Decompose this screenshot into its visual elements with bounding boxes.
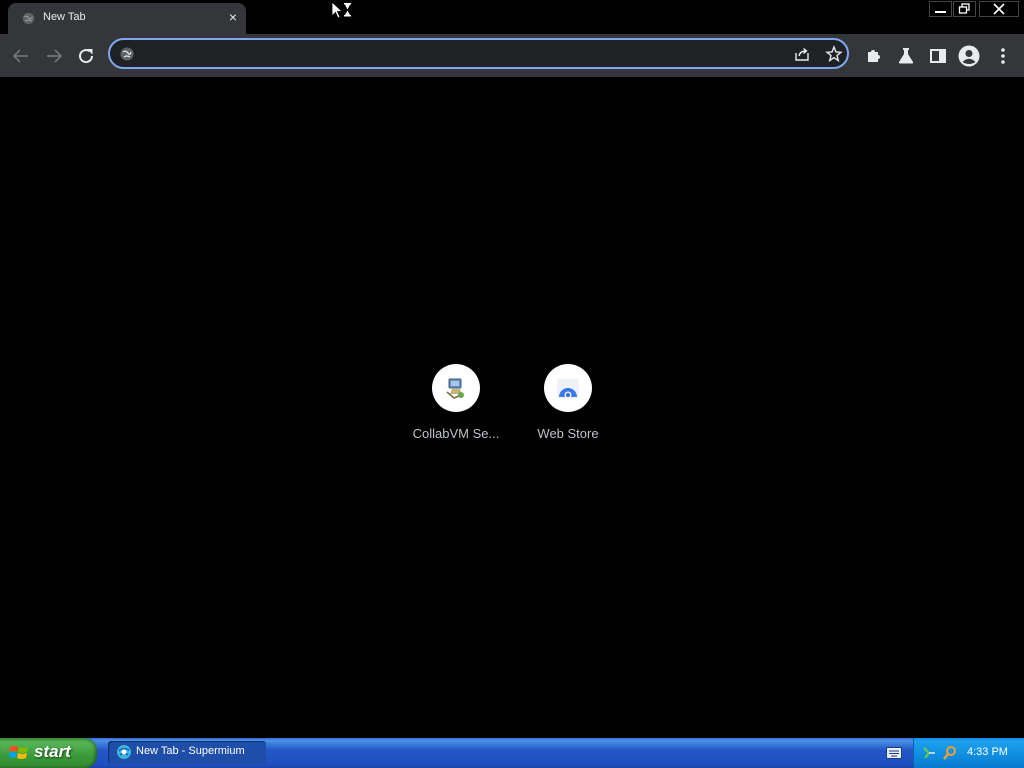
bookmark-star-icon[interactable] (825, 45, 843, 63)
new-tab-page: CollabVM Se... Web Store (0, 77, 1024, 738)
web-store-icon (544, 364, 592, 412)
shortcut-label: Web Store (537, 426, 599, 441)
tab-title: New Tab (43, 11, 86, 23)
page-info-icon[interactable] (119, 46, 135, 62)
taskbar: start New Tab - Supermium 4:33 PM (0, 738, 1024, 768)
forward-arrow-icon[interactable] (42, 44, 66, 68)
shortcut-tile[interactable]: Web Store (518, 364, 618, 441)
extensions-puzzle-icon[interactable] (862, 44, 886, 68)
labs-flask-icon[interactable] (894, 44, 918, 68)
taskbar-item-supermium[interactable]: New Tab - Supermium (108, 741, 266, 764)
minimize-button[interactable] (929, 1, 952, 17)
shortcut-label: CollabVM Se... (412, 426, 500, 441)
keyboard-icon[interactable] (886, 747, 902, 759)
busy-cursor-icon (331, 1, 351, 19)
address-bar[interactable] (108, 38, 849, 69)
clock: 4:33 PM (967, 746, 1008, 758)
side-panel-icon[interactable] (926, 44, 950, 68)
shortcut-tile[interactable]: CollabVM Se... (406, 364, 506, 441)
close-window-button[interactable] (979, 1, 1019, 17)
supermium-icon (117, 745, 131, 759)
more-menu-icon[interactable] (991, 44, 1015, 68)
profile-avatar-icon[interactable] (957, 44, 981, 68)
network-icon[interactable] (922, 745, 938, 761)
globe-icon (22, 12, 35, 25)
start-label: start (34, 742, 71, 761)
system-tray: 4:33 PM (913, 738, 1024, 768)
share-icon[interactable] (793, 45, 811, 63)
address-input[interactable] (140, 44, 784, 66)
taskbar-item-label: New Tab - Supermium (136, 745, 245, 757)
tab-new-tab[interactable]: New Tab × (8, 3, 246, 34)
title-bar: New Tab × (0, 0, 1024, 34)
collabvm-icon (432, 364, 480, 412)
search-magnifier-icon[interactable] (942, 745, 958, 761)
restore-button[interactable] (953, 1, 976, 17)
reload-icon[interactable] (74, 44, 98, 68)
tab-close-icon[interactable]: × (225, 9, 241, 25)
back-arrow-icon[interactable] (9, 44, 33, 68)
start-button[interactable]: start (0, 738, 97, 768)
windows-logo-icon (9, 746, 28, 759)
